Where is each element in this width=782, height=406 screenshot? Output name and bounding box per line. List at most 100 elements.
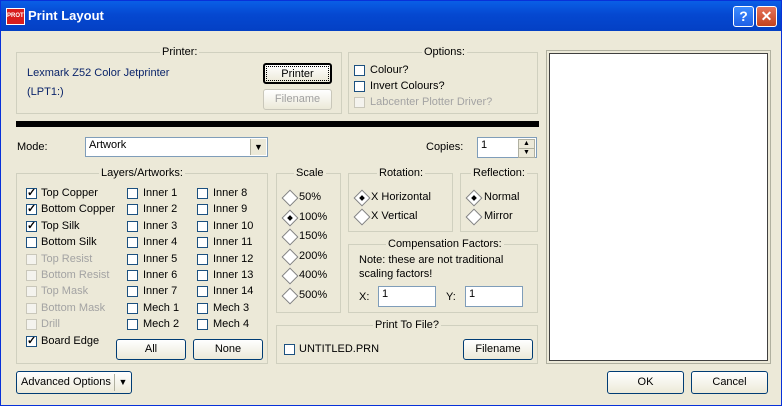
print-to-file-checkbox[interactable] — [284, 344, 295, 355]
all-button[interactable]: All — [116, 339, 186, 360]
compensation-x-value: 1 — [382, 288, 389, 300]
layer-label-top-resist: Top Resist — [41, 252, 93, 265]
colour-label: Colour? — [370, 64, 409, 76]
layer-label-inner-8: Inner 8 — [213, 187, 248, 199]
printer-legend: Printer: — [160, 46, 200, 58]
layer-label-mech-2: Mech 2 — [143, 318, 180, 331]
layer-checkbox-mech-1[interactable] — [127, 302, 138, 314]
layer-checkbox-inner-2[interactable] — [127, 204, 138, 216]
layer-checkbox-inner-7[interactable] — [127, 286, 138, 298]
help-button[interactable]: ? — [733, 6, 754, 27]
reflection-mirror-label: Mirror — [484, 210, 513, 222]
layer-checkbox-inner-1[interactable] — [127, 188, 138, 199]
layer-checkbox-bottom-mask[interactable] — [26, 302, 37, 314]
layer-checkbox-inner-5[interactable] — [127, 253, 138, 265]
layer-checkbox-bottom-silk[interactable] — [26, 237, 37, 249]
ok-button[interactable]: OK — [607, 371, 684, 394]
scale-label-150pct: 150% — [299, 230, 328, 243]
invert-colours-label: Invert Colours? — [370, 80, 445, 92]
compensation-note-line1: Note: these are not traditional — [359, 254, 504, 266]
layer-checkbox-top-copper[interactable] — [26, 186, 37, 199]
reflection-legend: Reflection: — [471, 167, 527, 179]
layer-checkbox-inner-14[interactable] — [197, 286, 208, 298]
scale-legend: Scale — [294, 167, 326, 179]
copies-input[interactable]: 1 ▲ ▼ — [477, 137, 537, 158]
layers-legend: Layers/Artworks: — [99, 167, 185, 179]
mode-select[interactable]: Artwork ▼ — [85, 137, 268, 157]
layer-checkbox-top-mask[interactable] — [26, 286, 37, 298]
window-title: Print Layout — [28, 8, 104, 23]
app-icon: PROTEUS — [6, 8, 25, 25]
layer-label-mech-3: Mech 3 — [213, 301, 250, 314]
compensation-note-line2: scaling factors! — [359, 268, 433, 280]
compensation-x-input[interactable]: 1 — [378, 286, 436, 307]
title-bar[interactable]: PROTEUS Print Layout ? ✕ — [1, 1, 781, 31]
scale-label-400pct: 400% — [299, 269, 328, 282]
copies-label: Copies: — [426, 141, 464, 153]
print-layout-dialog: PROTEUS Print Layout ? ✕ Printer: Lexmar… — [0, 0, 782, 406]
layer-checkbox-inner-6[interactable] — [127, 270, 138, 281]
printer-name: Lexmark Z52 Color Jetprinter — [27, 67, 170, 79]
layer-label-inner-1: Inner 1 — [143, 187, 178, 199]
layer-checkbox-mech-2[interactable] — [127, 319, 138, 331]
layer-checkbox-inner-4[interactable] — [127, 237, 138, 249]
layer-checkbox-board-edge[interactable] — [26, 334, 37, 347]
scale-label-500pct: 500% — [299, 289, 328, 301]
invert-colours-checkbox[interactable] — [354, 81, 365, 92]
printer-button[interactable]: Printer — [263, 63, 332, 84]
layer-checkbox-bottom-resist[interactable] — [26, 270, 37, 281]
layer-checkbox-inner-11[interactable] — [197, 237, 208, 249]
rotation-vertical-label: X Vertical — [371, 210, 418, 222]
layer-checkbox-top-resist[interactable] — [26, 253, 37, 265]
layer-label-inner-13: Inner 13 — [213, 269, 254, 281]
rotation-legend: Rotation: — [377, 167, 426, 179]
print-to-file-legend: Print To File? — [373, 319, 441, 331]
separator-bar — [16, 121, 539, 127]
print-to-file-filename-button[interactable]: Filename — [463, 339, 533, 360]
layer-label-inner-5: Inner 5 — [143, 252, 178, 265]
layer-label-top-copper: Top Copper — [41, 187, 98, 199]
labcenter-driver-label: Labcenter Plotter Driver? — [370, 96, 493, 108]
layer-checkbox-mech-4[interactable] — [197, 319, 208, 331]
none-button[interactable]: None — [193, 339, 263, 360]
layer-label-bottom-mask: Bottom Mask — [41, 301, 106, 314]
compensation-legend: Compensation Factors: — [386, 238, 504, 250]
layer-checkbox-bottom-copper[interactable] — [26, 202, 37, 216]
scale-label-100pct: 100% — [299, 210, 328, 223]
colour-checkbox[interactable] — [354, 65, 365, 76]
layer-label-mech-4: Mech 4 — [213, 318, 250, 331]
layer-label-inner-9: Inner 9 — [213, 203, 248, 216]
compensation-y-value: 1 — [469, 288, 476, 300]
layer-label-bottom-resist: Bottom Resist — [41, 269, 110, 281]
spin-down-icon[interactable]: ▼ — [518, 148, 535, 158]
layer-checkbox-drill[interactable] — [26, 319, 37, 331]
layer-label-top-silk: Top Silk — [41, 219, 80, 232]
layer-label-inner-6: Inner 6 — [143, 269, 178, 281]
layer-checkbox-inner-9[interactable] — [197, 204, 208, 216]
advanced-options-button[interactable]: Advanced Options ▼ — [16, 371, 132, 394]
layer-checkbox-inner-8[interactable] — [197, 188, 208, 199]
advanced-options-label: Advanced Options — [21, 376, 111, 388]
layer-checkbox-inner-3[interactable] — [127, 220, 138, 232]
layer-label-inner-2: Inner 2 — [143, 203, 178, 216]
printer-port: (LPT1:) — [27, 86, 64, 98]
dropdown-arrow-icon[interactable]: ▼ — [250, 139, 266, 155]
options-legend: Options: — [422, 46, 467, 58]
layer-checkbox-top-silk[interactable] — [26, 219, 37, 232]
cancel-button[interactable]: Cancel — [691, 371, 768, 394]
layer-checkbox-inner-13[interactable] — [197, 270, 208, 281]
layer-label-mech-1: Mech 1 — [143, 301, 180, 314]
layer-label-inner-4: Inner 4 — [143, 236, 178, 249]
printer-filename-button[interactable]: Filename — [263, 89, 332, 110]
layer-label-inner-10: Inner 10 — [213, 219, 254, 232]
print-preview — [549, 53, 768, 361]
mode-value: Artwork — [89, 139, 127, 151]
labcenter-driver-checkbox[interactable] — [354, 97, 365, 108]
close-button[interactable]: ✕ — [756, 6, 777, 27]
layer-checkbox-inner-12[interactable] — [197, 253, 208, 265]
layer-label-inner-3: Inner 3 — [143, 219, 178, 232]
layer-checkbox-mech-3[interactable] — [197, 302, 208, 314]
dropdown-arrow-icon[interactable]: ▼ — [114, 374, 131, 391]
layer-checkbox-inner-10[interactable] — [197, 220, 208, 232]
compensation-y-input[interactable]: 1 — [465, 286, 523, 307]
